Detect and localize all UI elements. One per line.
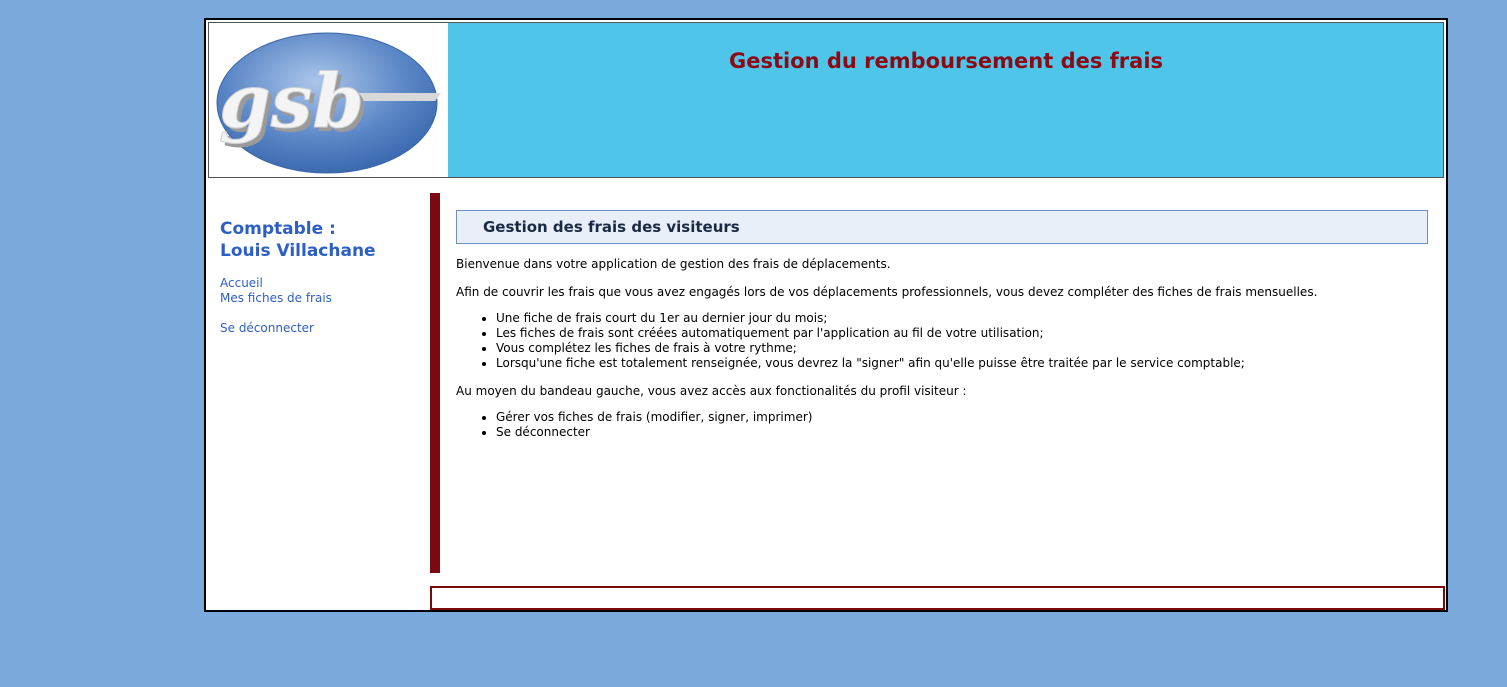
list-item: Se déconnecter <box>496 425 1428 440</box>
site-header: gsb gsb Gestion du remboursement des fra… <box>208 22 1444 178</box>
list-item: Une fiche de frais court du 1er au derni… <box>496 311 1428 326</box>
gsb-logo: gsb gsb <box>209 23 448 177</box>
menu-link-logout[interactable]: Se déconnecter <box>220 321 420 336</box>
gsb-logo-icon: gsb gsb <box>216 32 441 174</box>
list-item: Gérer vos fiches de frais (modifier, sig… <box>496 410 1428 425</box>
user-role: Comptable : <box>220 219 336 239</box>
list-item: Lorsqu'une fiche est totalement renseign… <box>496 356 1428 371</box>
sidebar: Comptable : Louis Villachane Accueil Mes… <box>220 218 420 336</box>
site-title: Gestion du remboursement des frais <box>728 49 1164 73</box>
intro-text: Bienvenue dans votre application de gest… <box>456 257 891 271</box>
list-item: Vous complétez les fiches de frais à vot… <box>496 341 1428 356</box>
main-content: Gestion des frais des visiteurs Bienvenu… <box>456 210 1428 440</box>
menu-link-expense-reports[interactable]: Mes fiches de frais <box>220 291 420 306</box>
list-item: Les fiches de frais sont créées automati… <box>496 326 1428 341</box>
features-intro-text: Au moyen du bandeau gauche, vous avez ac… <box>456 384 967 398</box>
content-accent-bar <box>430 193 440 573</box>
logo-text: gsb <box>219 59 364 145</box>
purpose-text: Afin de couvrir les frais que vous avez … <box>456 285 1318 299</box>
user-name: Louis Villachane <box>220 241 376 261</box>
sidebar-menu: Accueil Mes fiches de frais Se déconnect… <box>220 276 420 336</box>
features-list: Gérer vos fiches de frais (modifier, sig… <box>456 410 1428 440</box>
page-container: gsb gsb Gestion du remboursement des fra… <box>204 18 1448 612</box>
rules-list: Une fiche de frais court du 1er au derni… <box>456 311 1428 371</box>
content-heading: Gestion des frais des visiteurs <box>456 210 1428 244</box>
footer-bar <box>430 586 1445 610</box>
menu-link-home[interactable]: Accueil <box>220 276 420 291</box>
